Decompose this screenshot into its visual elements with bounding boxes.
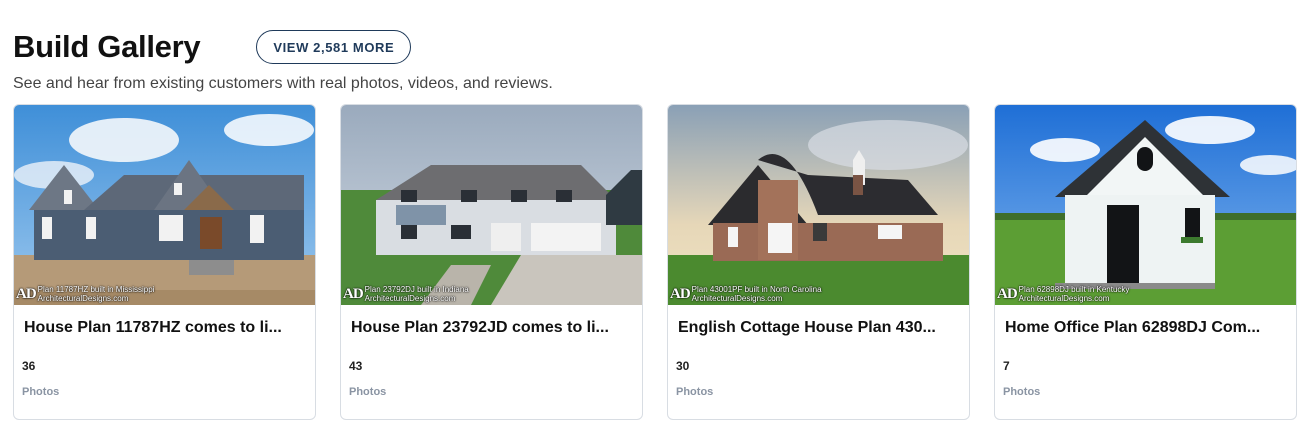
gallery-card[interactable]: AD Plan 11787HZ built in Mississippi Arc… [13, 104, 316, 420]
card-title[interactable]: English Cottage House Plan 430... [678, 319, 936, 337]
photo-watermark: AD Plan 62898DJ built in Kentucky Archit… [997, 285, 1130, 303]
page-subtitle: See and hear from existing customers wit… [13, 75, 553, 92]
house-photo-image [668, 105, 969, 305]
house-photo-image [995, 105, 1296, 305]
gallery-card[interactable]: AD Plan 62898DJ built in Kentucky Archit… [994, 104, 1297, 420]
photo-watermark: AD Plan 11787HZ built in Mississippi Arc… [16, 285, 155, 303]
gallery-card[interactable]: AD Plan 43001PF built in North Carolina … [667, 104, 970, 420]
card-photo[interactable]: AD Plan 62898DJ built in Kentucky Archit… [995, 105, 1296, 305]
photo-count: 7 [1003, 359, 1010, 373]
gallery-card[interactable]: AD Plan 23792DJ built in Indiana Archite… [340, 104, 643, 420]
card-photo[interactable]: AD Plan 23792DJ built in Indiana Archite… [341, 105, 642, 305]
view-more-button[interactable]: VIEW 2,581 MORE [256, 30, 412, 64]
photo-watermark: AD Plan 23792DJ built in Indiana Archite… [343, 285, 469, 303]
architectural-designs-logo: AD [16, 285, 37, 302]
photo-count-label: Photos [349, 386, 387, 398]
photo-count: 43 [349, 359, 363, 373]
architectural-designs-logo: AD [997, 285, 1018, 302]
card-photo[interactable]: AD Plan 43001PF built in North Carolina … [668, 105, 969, 305]
house-photo-image [341, 105, 642, 305]
photo-count: 36 [22, 359, 36, 373]
gallery-cards: AD Plan 11787HZ built in Mississippi Arc… [13, 104, 1297, 420]
card-title[interactable]: Home Office Plan 62898DJ Com... [1005, 319, 1260, 337]
architectural-designs-logo: AD [343, 285, 364, 302]
card-title[interactable]: House Plan 23792JD comes to li... [351, 319, 609, 337]
photo-watermark: AD Plan 43001PF built in North Carolina … [670, 285, 822, 303]
photo-count-label: Photos [1003, 386, 1041, 398]
photo-count: 30 [676, 359, 690, 373]
architectural-designs-logo: AD [670, 285, 691, 302]
photo-count-label: Photos [676, 386, 714, 398]
photo-count-label: Photos [22, 386, 60, 398]
card-title[interactable]: House Plan 11787HZ comes to li... [24, 319, 282, 337]
gallery-header: Build Gallery VIEW 2,581 MORE [13, 28, 412, 66]
page-title: Build Gallery [13, 29, 201, 64]
house-photo-image [14, 105, 315, 305]
card-photo[interactable]: AD Plan 11787HZ built in Mississippi Arc… [14, 105, 315, 305]
